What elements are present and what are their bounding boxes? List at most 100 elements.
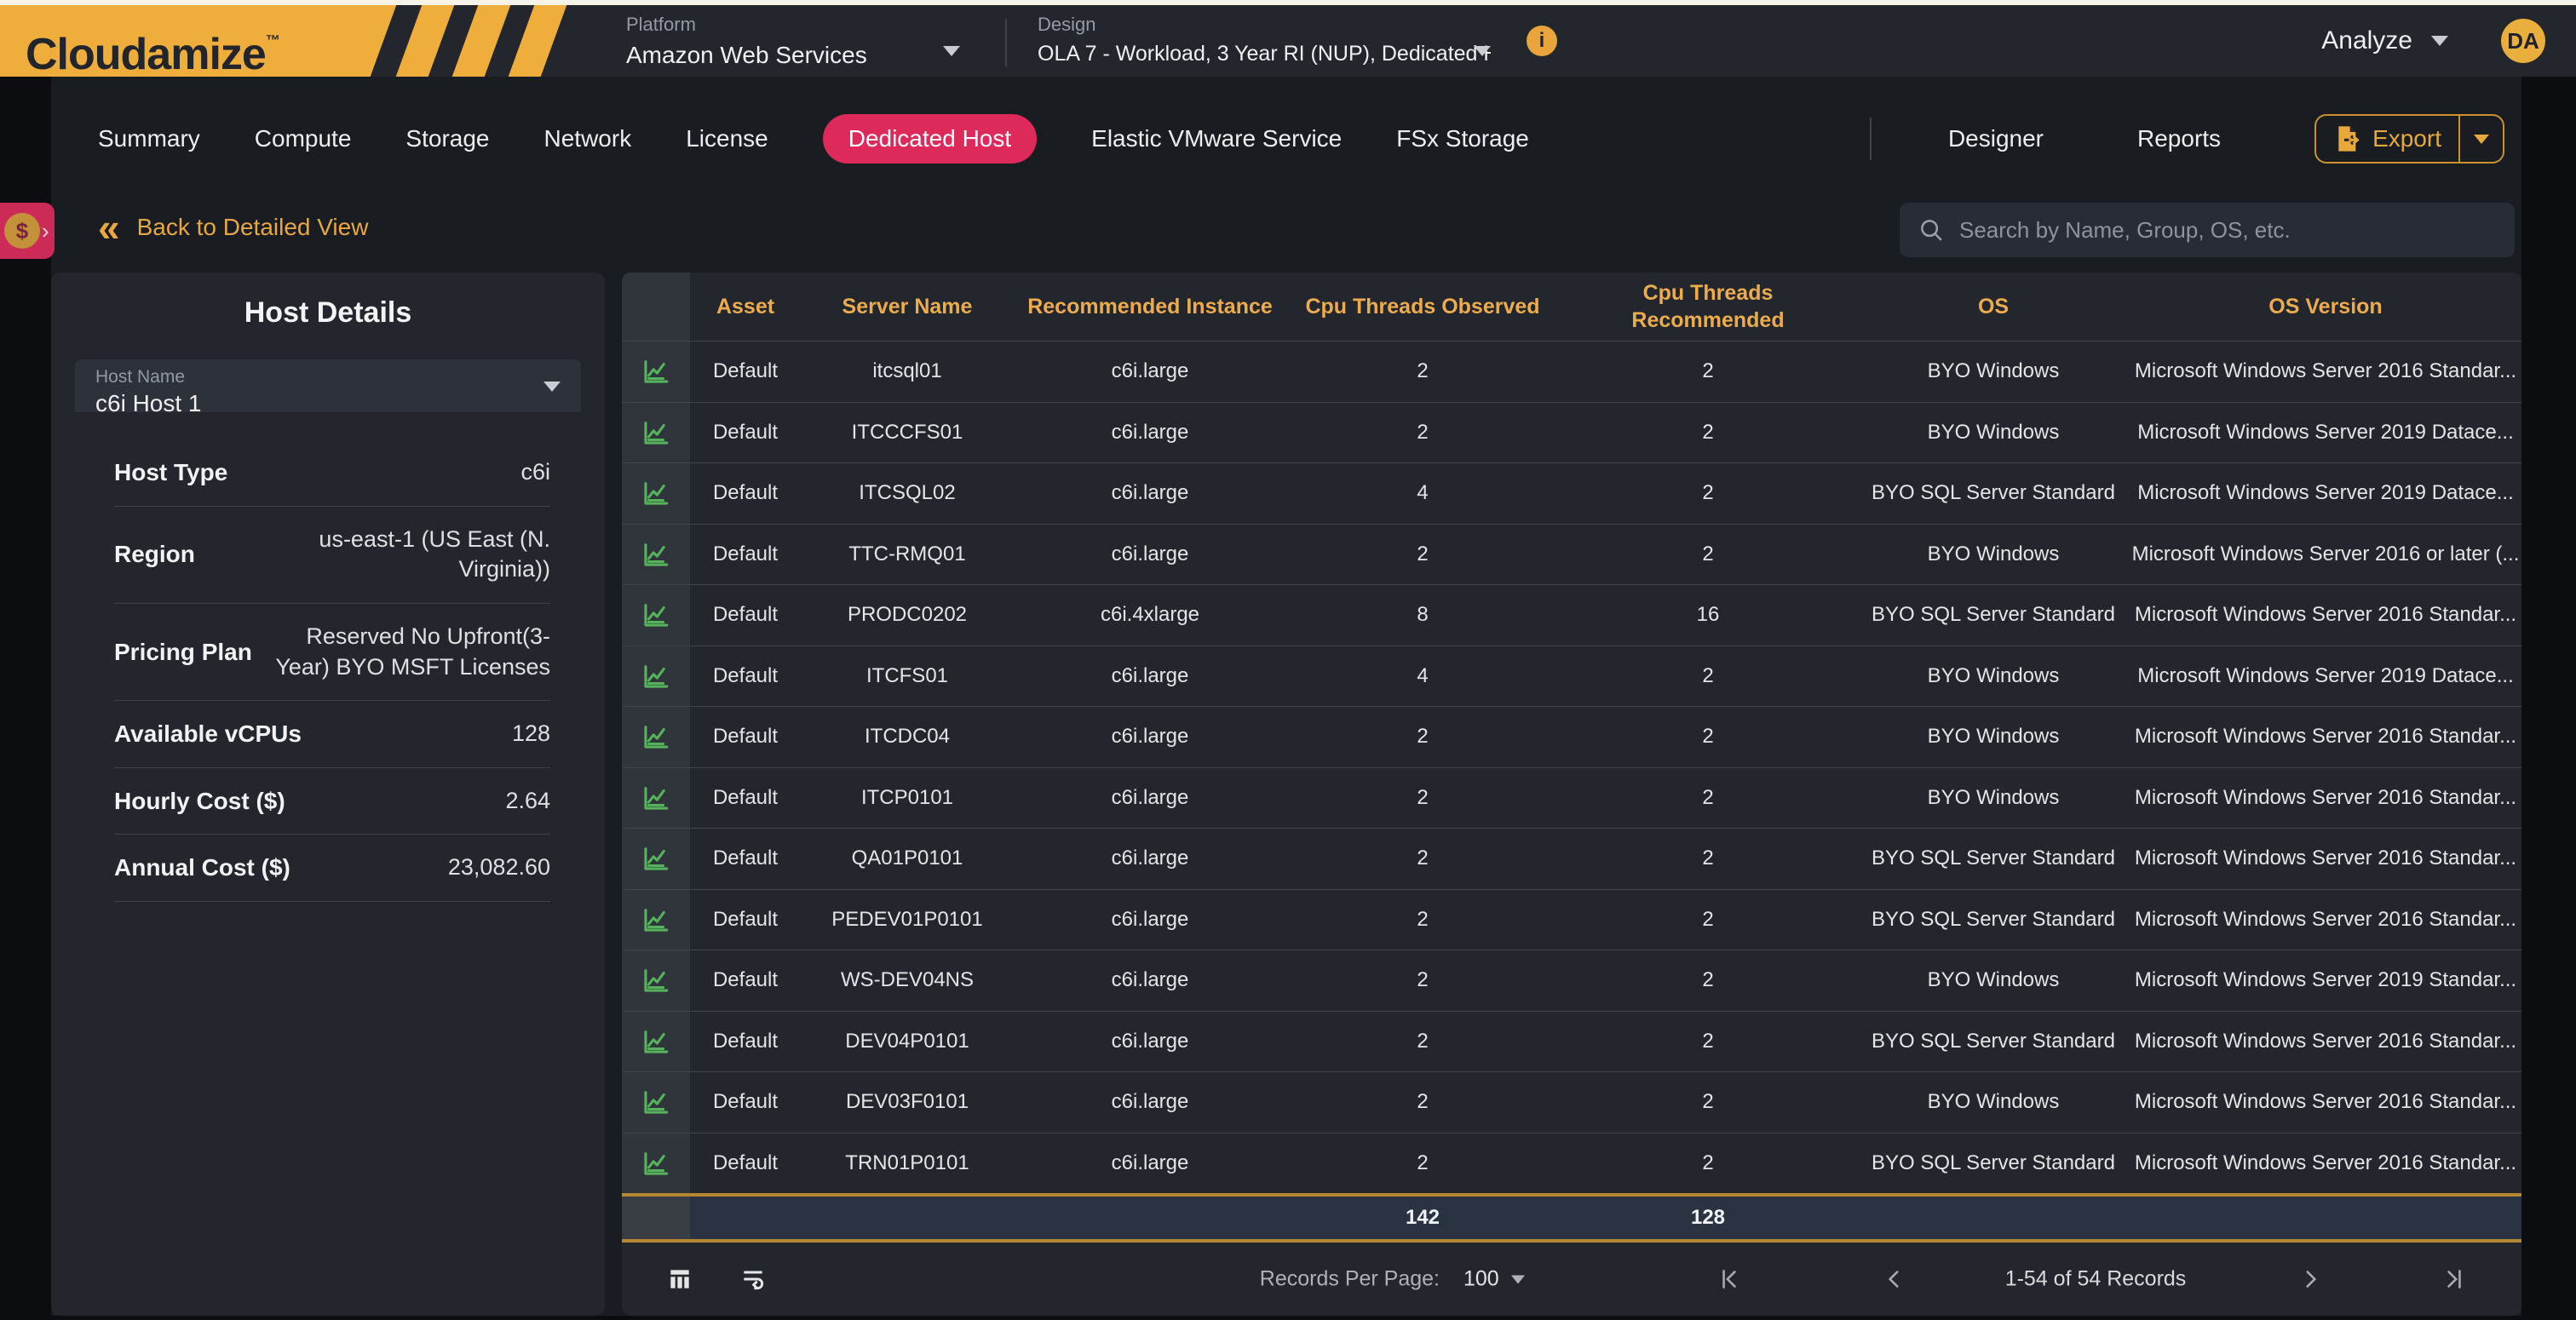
cell-server-name: itcsql01 bbox=[801, 359, 1014, 383]
last-page-icon[interactable] bbox=[2441, 1266, 2467, 1292]
line-chart-icon[interactable] bbox=[641, 600, 670, 629]
cell-asset: Default bbox=[690, 786, 801, 810]
line-chart-icon[interactable] bbox=[641, 783, 670, 812]
tab-dedicated-host[interactable]: Dedicated Host bbox=[823, 114, 1037, 164]
line-chart-icon[interactable] bbox=[641, 1149, 670, 1178]
table-row[interactable]: Default PRODC0202 c6i.4xlarge 8 16 BYO S… bbox=[622, 584, 2521, 646]
table-row[interactable]: Default ITCP0101 c6i.large 2 2 BYO Windo… bbox=[622, 767, 2521, 829]
reports-link[interactable]: Reports bbox=[2137, 125, 2221, 152]
line-chart-icon[interactable] bbox=[641, 905, 670, 934]
table-row[interactable]: Default ITCSQL02 c6i.large 4 2 BYO SQL S… bbox=[622, 462, 2521, 524]
column-header-cpu-threads-recommended[interactable]: Cpu Threads Recommended bbox=[1559, 279, 1857, 335]
view-columns-icon[interactable] bbox=[666, 1265, 693, 1293]
line-chart-icon[interactable] bbox=[641, 966, 670, 995]
cell-server-name: WS-DEV04NS bbox=[801, 968, 1014, 992]
app-header: Cloudamize™ Platform Amazon Web Services… bbox=[0, 5, 2576, 77]
line-chart-icon[interactable] bbox=[641, 722, 670, 751]
tab-fsx-storage[interactable]: FSx Storage bbox=[1396, 125, 1529, 152]
cell-server-name: PEDEV01P0101 bbox=[801, 908, 1014, 932]
cell-recommended-instance: c6i.large bbox=[1014, 664, 1286, 688]
total-cpu-threads-observed: 142 bbox=[1286, 1206, 1559, 1230]
line-chart-icon[interactable] bbox=[641, 844, 670, 873]
table-footer: Records Per Page: 100 1-54 of 54 Records bbox=[622, 1243, 2521, 1316]
table-row[interactable]: Default QA01P0101 c6i.large 2 2 BYO SQL … bbox=[622, 828, 2521, 889]
table-row[interactable]: Default TRN01P0101 c6i.large 2 2 BYO SQL… bbox=[622, 1133, 2521, 1194]
table-row[interactable]: Default ITCDC04 c6i.large 2 2 BYO Window… bbox=[622, 706, 2521, 767]
wrap-text-icon[interactable] bbox=[739, 1265, 767, 1293]
tab-summary[interactable]: Summary bbox=[98, 125, 200, 152]
cell-server-name: ITCFS01 bbox=[801, 664, 1014, 688]
tab-compute[interactable]: Compute bbox=[255, 125, 352, 152]
previous-page-icon[interactable] bbox=[1881, 1266, 1906, 1292]
line-chart-icon[interactable] bbox=[641, 418, 670, 447]
back-to-detailed-view[interactable]: « Back to Detailed View bbox=[98, 206, 368, 249]
cell-server-name: PRODC0202 bbox=[801, 603, 1014, 627]
nav-divider bbox=[1870, 118, 1872, 160]
column-header-os-version[interactable]: OS Version bbox=[2130, 293, 2521, 321]
cell-recommended-instance: c6i.large bbox=[1014, 542, 1286, 566]
avatar[interactable]: DA bbox=[2501, 19, 2545, 63]
info-icon[interactable]: i bbox=[1527, 26, 1557, 56]
table-row[interactable]: Default WS-DEV04NS c6i.large 2 2 BYO Win… bbox=[622, 950, 2521, 1011]
cell-cpu-threads-recommended: 2 bbox=[1559, 725, 1857, 749]
cell-cpu-threads-observed: 2 bbox=[1286, 421, 1559, 445]
column-header-recommended-instance[interactable]: Recommended Instance bbox=[1014, 293, 1286, 321]
export-button[interactable]: Export bbox=[2314, 114, 2504, 164]
table-header: Asset Server Name Recommended Instance C… bbox=[622, 273, 2521, 341]
chevron-down-icon bbox=[543, 382, 561, 392]
column-header-cpu-threads-observed[interactable]: Cpu Threads Observed bbox=[1286, 293, 1559, 321]
export-dropdown-toggle[interactable] bbox=[2460, 135, 2503, 144]
line-chart-icon[interactable] bbox=[641, 479, 670, 508]
cell-os: BYO SQL Server Standard bbox=[1857, 847, 2130, 870]
cell-server-name: ITCSQL02 bbox=[801, 481, 1014, 505]
next-page-icon[interactable] bbox=[2298, 1266, 2324, 1292]
cell-cpu-threads-recommended: 16 bbox=[1559, 603, 1857, 627]
table-row[interactable]: Default ITCFS01 c6i.large 4 2 BYO Window… bbox=[622, 646, 2521, 707]
tab-network[interactable]: Network bbox=[544, 125, 632, 152]
totals-icon-cell bbox=[622, 1197, 690, 1239]
cell-cpu-threads-observed: 8 bbox=[1286, 603, 1559, 627]
cell-recommended-instance: c6i.large bbox=[1014, 1090, 1286, 1114]
design-select[interactable]: Design OLA 7 - Workload, 3 Year RI (NUP)… bbox=[1038, 14, 1491, 66]
host-name-select[interactable]: Host Name c6i Host 1 bbox=[75, 359, 581, 412]
line-chart-icon[interactable] bbox=[641, 357, 670, 386]
table-row[interactable]: Default TTC-RMQ01 c6i.large 2 2 BYO Wind… bbox=[622, 524, 2521, 585]
cell-asset: Default bbox=[690, 968, 801, 992]
cell-asset: Default bbox=[690, 1151, 801, 1175]
designer-link[interactable]: Designer bbox=[1948, 125, 2044, 152]
table-row[interactable]: Default PEDEV01P0101 c6i.large 2 2 BYO S… bbox=[622, 889, 2521, 950]
host-fields: Host Typec6iRegionus-east-1 (US East (N.… bbox=[114, 439, 550, 902]
cell-cpu-threads-observed: 2 bbox=[1286, 786, 1559, 810]
platform-select[interactable]: Platform Amazon Web Services bbox=[626, 14, 960, 69]
table-row[interactable]: Default DEV04P0101 c6i.large 2 2 BYO SQL… bbox=[622, 1011, 2521, 1072]
cell-cpu-threads-observed: 4 bbox=[1286, 664, 1559, 688]
cell-cpu-threads-observed: 2 bbox=[1286, 908, 1559, 932]
cell-os-version: Microsoft Windows Server 2016 or later (… bbox=[2130, 542, 2521, 566]
tab-license[interactable]: License bbox=[686, 125, 768, 152]
cell-recommended-instance: c6i.large bbox=[1014, 1151, 1286, 1175]
table-row[interactable]: Default itcsql01 c6i.large 2 2 BYO Windo… bbox=[622, 341, 2521, 402]
analyze-menu[interactable]: Analyze bbox=[2321, 5, 2448, 77]
line-chart-icon[interactable] bbox=[641, 1088, 670, 1116]
table-row[interactable]: Default DEV03F0101 c6i.large 2 2 BYO Win… bbox=[622, 1071, 2521, 1133]
currency-flyout-tab[interactable]: $ › bbox=[0, 203, 55, 259]
column-header-os[interactable]: OS bbox=[1857, 293, 2130, 321]
first-page-icon[interactable] bbox=[1716, 1266, 1742, 1292]
line-chart-icon[interactable] bbox=[641, 1027, 670, 1056]
records-per-page-select[interactable]: 100 bbox=[1463, 1267, 1525, 1292]
cell-os: BYO Windows bbox=[1857, 1090, 2130, 1114]
cell-cpu-threads-observed: 4 bbox=[1286, 481, 1559, 505]
logo-stripe bbox=[451, 5, 511, 77]
column-header-server-name[interactable]: Server Name bbox=[801, 293, 1014, 321]
tab-elastic-vmware-service[interactable]: Elastic VMware Service bbox=[1091, 125, 1342, 152]
cloudamize-logo[interactable]: Cloudamize™ bbox=[26, 5, 279, 77]
line-chart-icon[interactable] bbox=[641, 540, 670, 569]
platform-select-label: Platform bbox=[626, 14, 960, 36]
table-row[interactable]: Default ITCCCFS01 c6i.large 2 2 BYO Wind… bbox=[622, 402, 2521, 463]
records-per-page-label: Records Per Page: bbox=[1218, 1267, 1440, 1292]
field-value: 128 bbox=[512, 719, 550, 749]
column-header-asset[interactable]: Asset bbox=[690, 293, 801, 321]
line-chart-icon[interactable] bbox=[641, 662, 670, 691]
search-input[interactable] bbox=[1959, 217, 2496, 244]
tab-storage[interactable]: Storage bbox=[405, 125, 489, 152]
